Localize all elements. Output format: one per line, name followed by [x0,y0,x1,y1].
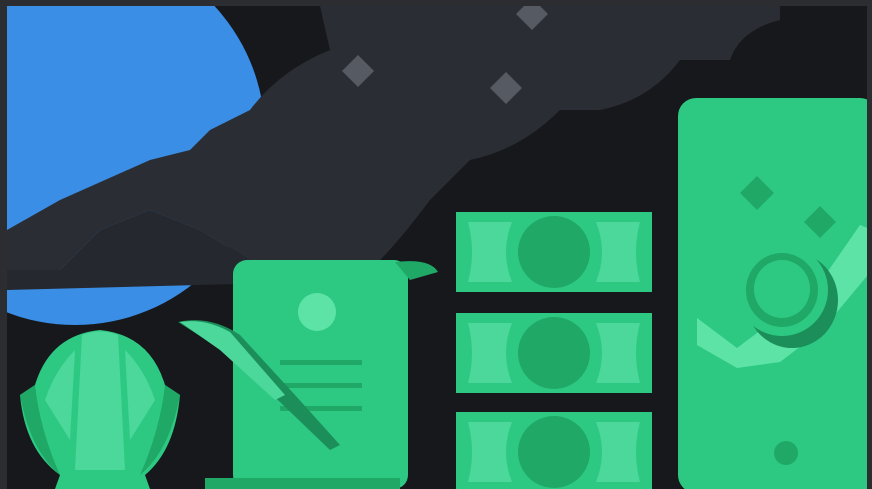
banknote-2 [456,313,652,393]
banknote-3 [456,412,652,489]
document-scroll [205,260,438,489]
banknote-stack [448,205,663,489]
finance-illustration [0,0,872,489]
home-button [774,441,798,465]
phone-with-coin [678,98,867,489]
banknote-1 [456,212,652,292]
